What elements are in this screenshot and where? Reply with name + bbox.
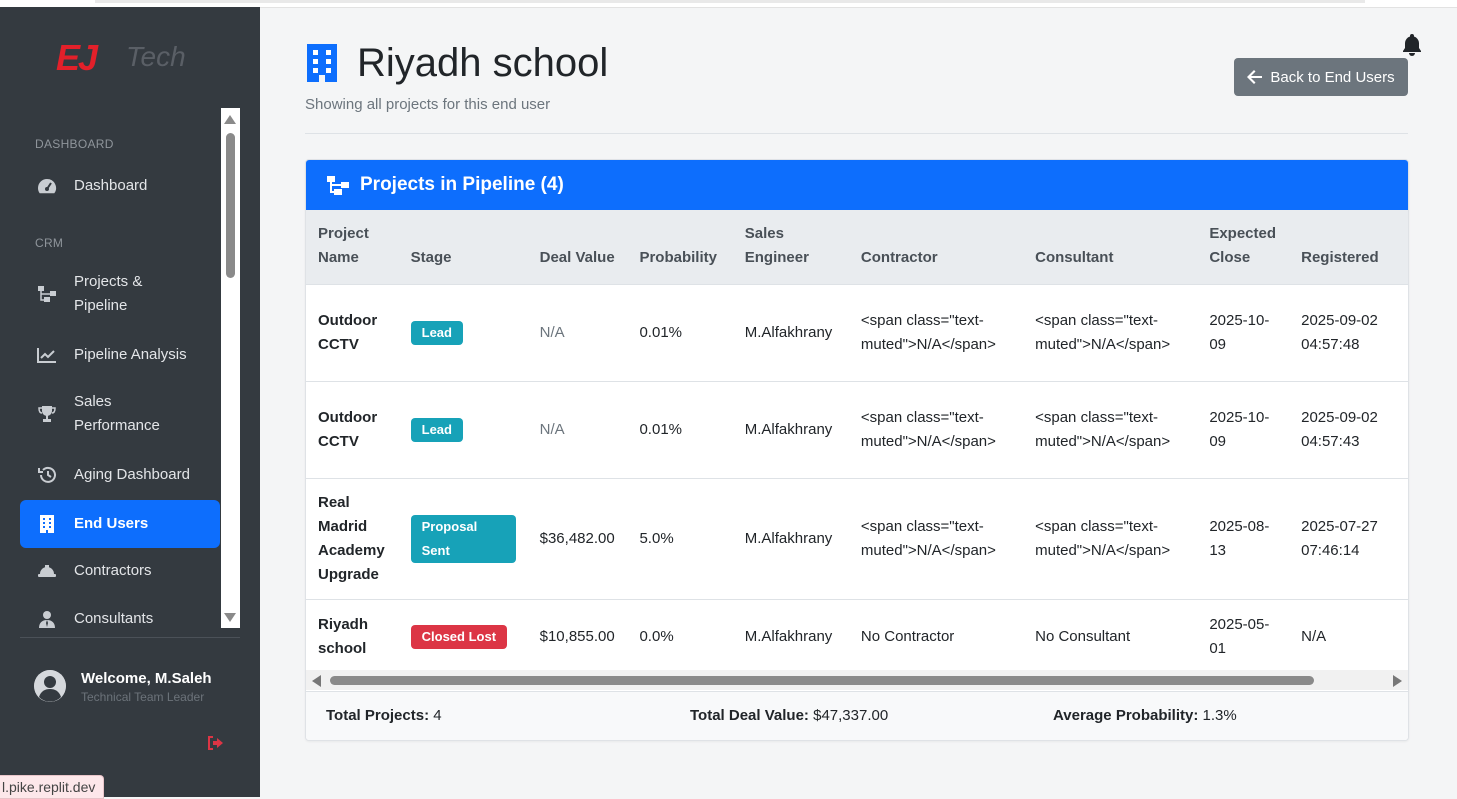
back-to-end-users-button[interactable]: Back to End Users	[1234, 58, 1408, 96]
user-role: Technical Team Leader	[81, 690, 205, 704]
sidebar-scrollbar[interactable]	[221, 108, 240, 628]
building-icon	[305, 44, 339, 87]
scroll-thumb[interactable]	[330, 676, 1314, 685]
total-deal-value: Total Deal Value: $47,337.00	[690, 707, 889, 724]
scroll-thumb[interactable]	[226, 133, 235, 278]
building-icon	[36, 513, 58, 535]
scroll-right-arrow-icon[interactable]	[1393, 675, 1402, 687]
sidebar-item-aging-dashboard[interactable]: Aging Dashboard	[20, 452, 220, 498]
sitemap-icon	[36, 283, 58, 305]
status-url-tooltip: l.pike.replit.dev	[0, 775, 105, 799]
hard-hat-icon	[36, 560, 58, 582]
column-header[interactable]: Sales Engineer	[732, 210, 849, 285]
sidebar-item-sales-performance[interactable]: Sales Performance	[20, 382, 220, 446]
column-header[interactable]: Expected Close	[1197, 210, 1290, 285]
sidebar-item-dashboard[interactable]: Dashboard	[20, 163, 220, 209]
card-title: Projects in Pipeline (4)	[360, 174, 564, 195]
projects-card: Projects in Pipeline (4) Project Name St…	[305, 159, 1409, 741]
page-title: Riyadh school	[357, 41, 609, 85]
page-subtitle: Showing all projects for this end user	[305, 96, 551, 113]
user-tie-icon	[36, 608, 58, 628]
average-probability: Average Probability: 1.3%	[1053, 707, 1237, 724]
column-header[interactable]: Consultant	[1023, 210, 1198, 285]
logout-icon[interactable]	[206, 735, 226, 756]
sidebar-nav: DASHBOARD Dashboard CRM Projects & Pipel…	[20, 108, 220, 628]
status-badge: Lead	[410, 321, 463, 345]
scroll-left-arrow-icon[interactable]	[312, 675, 321, 687]
table-horizontal-scrollbar[interactable]	[306, 670, 1408, 690]
tachometer-icon	[36, 175, 58, 197]
total-projects: Total Projects: 4	[326, 707, 442, 724]
sidebar-item-pipeline-analysis[interactable]: Pipeline Analysis	[20, 332, 220, 378]
sidebar-item-projects-pipeline[interactable]: Projects & Pipeline	[20, 262, 220, 326]
card-footer: Total Projects: 4 Total Deal Value: $47,…	[306, 691, 1408, 740]
card-header: Projects in Pipeline (4)	[306, 160, 1408, 210]
trophy-icon	[36, 403, 58, 425]
scroll-up-arrow-icon[interactable]	[224, 115, 236, 124]
sidebar-item-consultants[interactable]: Consultants	[20, 596, 220, 628]
status-badge: Proposal Sent	[410, 515, 516, 563]
status-badge: Closed Lost	[410, 624, 508, 649]
history-icon	[36, 464, 58, 486]
table-row[interactable]: Outdoor CCTV Lead N/A 0.01% M.Alfakhrany…	[306, 381, 1408, 479]
column-header[interactable]: Contractor	[848, 210, 1024, 285]
column-header[interactable]: Project Name	[306, 210, 399, 285]
header-divider	[305, 133, 1408, 134]
arrow-left-icon	[1247, 70, 1263, 84]
sidebar-item-contractors[interactable]: Contractors	[20, 548, 220, 594]
sitemap-icon	[326, 175, 350, 195]
scroll-down-arrow-icon[interactable]	[224, 613, 236, 622]
table-row[interactable]: Outdoor CCTV Lead N/A 0.01% M.Alfakhrany…	[306, 284, 1408, 382]
status-badge: Lead	[410, 418, 463, 442]
table-row[interactable]: Riyadh school Closed Lost $10,855.00 0.0…	[306, 599, 1408, 674]
section-label-dashboard: DASHBOARD	[35, 137, 114, 151]
projects-table: Project Name Stage Deal Value Probabilit…	[306, 210, 1408, 674]
avatar	[34, 670, 66, 702]
column-header[interactable]: Registered	[1289, 210, 1408, 285]
sidebar-divider	[20, 637, 240, 638]
table-row[interactable]: Real Madrid Academy Upgrade Proposal Sen…	[306, 478, 1408, 600]
column-header[interactable]: Probability	[627, 210, 733, 285]
column-header[interactable]: Deal Value	[527, 210, 628, 285]
section-label-crm: CRM	[35, 236, 64, 250]
ejtech-logo[interactable]: EJ Tech	[56, 37, 206, 78]
table-header-row: Project Name Stage Deal Value Probabilit…	[306, 210, 1408, 285]
column-header[interactable]: Stage	[398, 210, 528, 285]
sidebar-item-end-users[interactable]: End Users	[20, 500, 220, 548]
welcome-text: Welcome, M.Saleh	[81, 670, 212, 687]
chart-line-icon	[36, 344, 58, 366]
